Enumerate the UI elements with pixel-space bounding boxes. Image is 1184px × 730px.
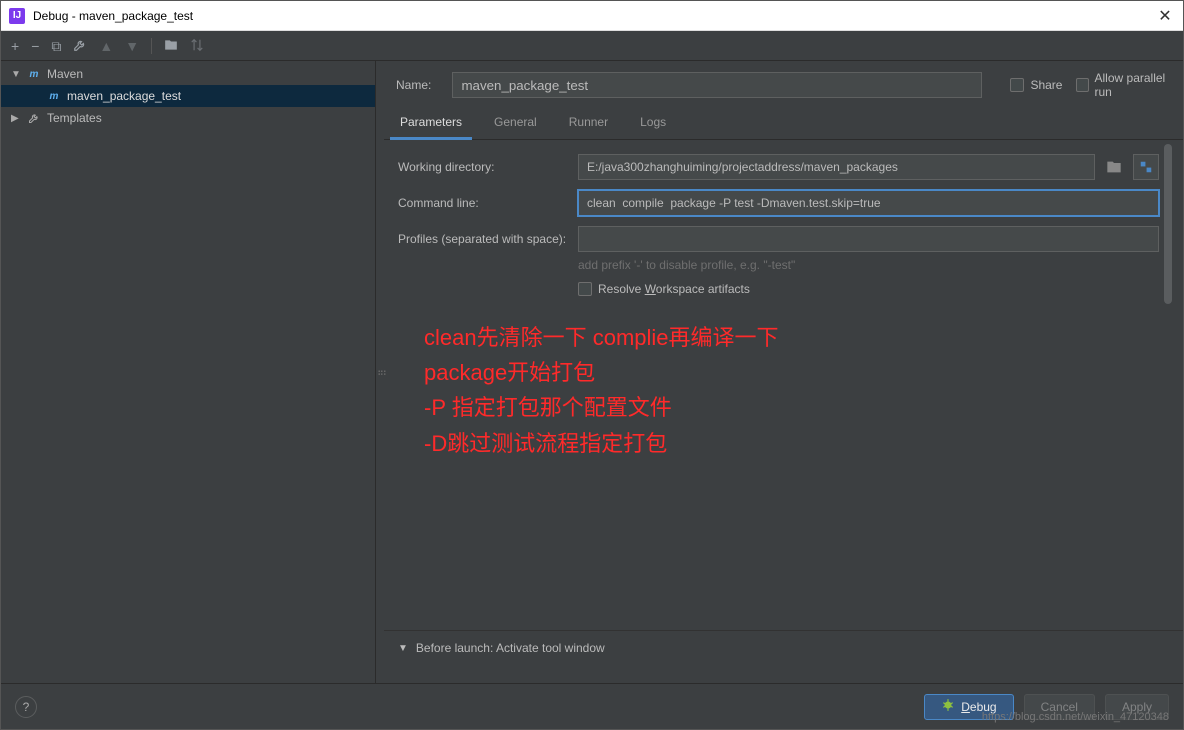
remove-icon[interactable]: − [31,39,39,53]
checkbox-box [1010,78,1024,92]
command-line-input[interactable] [578,190,1159,216]
row-working-directory: Working directory: [398,154,1159,180]
wrench-icon[interactable] [73,38,87,54]
before-launch-label: Before launch: Activate tool window [416,641,605,655]
move-up-icon[interactable]: ▲ [99,39,113,53]
tab-parameters[interactable]: Parameters [396,107,466,139]
help-button[interactable]: ? [15,696,37,718]
tree-node-templates[interactable]: ▶ Templates [1,107,375,129]
chevron-down-icon: ▼ [11,69,21,80]
window-title: Debug - maven_package_test [33,9,1155,23]
move-down-icon[interactable]: ▼ [125,39,139,53]
folder-icon[interactable] [164,38,178,54]
insert-path-icon[interactable] [1133,154,1159,180]
row-profiles: Profiles (separated with space): [398,226,1159,252]
app-icon: IJ [9,8,25,24]
header-row: Name: Share Allow parallel run [384,61,1183,107]
profiles-hint: add prefix '-' to disable profile, e.g. … [398,258,1159,272]
profiles-input[interactable] [578,226,1159,252]
watermark: https://blog.csdn.net/weixin_47120348 [982,711,1169,723]
main: ▼ m Maven m maven_package_test ▶ Templat… [1,61,1183,683]
tree-label: Templates [47,111,102,125]
bug-icon [941,698,955,715]
checkbox-box [578,282,592,296]
scrollbar-thumb[interactable] [1164,144,1172,304]
copy-icon[interactable]: ⧉ [51,39,61,53]
profiles-label: Profiles (separated with space): [398,232,578,246]
footer: ? Debug Cancel Apply https://blog.csdn.n… [1,683,1183,729]
name-label: Name: [396,78,438,92]
before-launch-section: ▼ Before launch: Activate tool window [384,630,1183,683]
vertical-scrollbar[interactable] [1163,140,1173,630]
tabs: Parameters General Runner Logs [384,107,1183,140]
allow-parallel-checkbox[interactable]: Allow parallel run [1076,71,1171,99]
name-input[interactable] [452,72,982,98]
resolve-workspace-label: Resolve Workspace artifacts [598,282,750,296]
parallel-label: Allow parallel run [1095,71,1171,99]
before-launch-toggle[interactable]: ▼ Before launch: Activate tool window [398,641,1169,655]
resolve-workspace-checkbox[interactable]: Resolve Workspace artifacts [578,282,1159,296]
window-root: IJ Debug - maven_package_test ✕ + − ⧉ ▲ … [0,0,1184,730]
tree-label: Maven [47,67,83,81]
annotation-overlay: clean先清除一下 complie再编译一下 package开始打包 -P 指… [424,320,779,461]
form-area: Working directory: Command lin [384,140,1183,630]
toolbar-separator [151,38,152,54]
tab-logs[interactable]: Logs [636,107,670,139]
command-line-label: Command line: [398,196,578,210]
browse-folder-icon[interactable] [1101,154,1127,180]
share-checkbox[interactable]: Share [1010,78,1062,92]
sidebar: ▼ m Maven m maven_package_test ▶ Templat… [1,61,376,683]
tab-general[interactable]: General [490,107,541,139]
tree-node-maven[interactable]: ▼ m Maven [1,63,375,85]
checkbox-box [1076,78,1088,92]
share-label: Share [1030,78,1062,92]
close-icon[interactable]: ✕ [1155,6,1175,26]
chevron-right-icon: ▶ [11,113,21,124]
body: + − ⧉ ▲ ▼ ▼ m Maven [1,31,1183,729]
working-directory-input[interactable] [578,154,1095,180]
tree-label: maven_package_test [67,89,181,103]
maven-icon: m [47,89,61,103]
sort-icon[interactable] [190,38,204,54]
add-icon[interactable]: + [11,39,19,53]
tree-node-maven-package-test[interactable]: m maven_package_test [1,85,375,107]
wrench-icon [27,111,41,125]
tab-runner[interactable]: Runner [565,107,612,139]
content: Name: Share Allow parallel run Parameter… [384,61,1183,683]
chevron-down-icon: ▼ [398,643,408,654]
working-directory-label: Working directory: [398,160,578,174]
maven-icon: m [27,67,41,81]
splitter[interactable]: ⠿ [376,61,384,683]
toolbar: + − ⧉ ▲ ▼ [1,31,1183,61]
row-command-line: Command line: [398,190,1159,216]
titlebar: IJ Debug - maven_package_test ✕ [1,1,1183,31]
